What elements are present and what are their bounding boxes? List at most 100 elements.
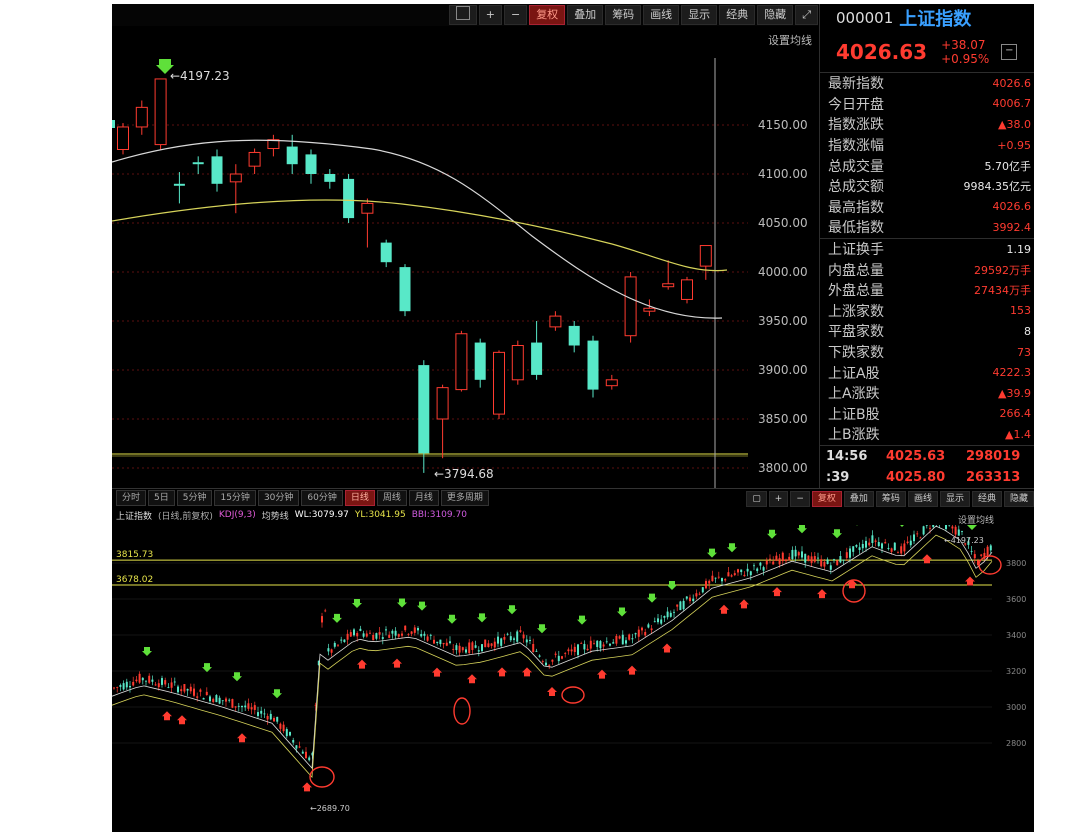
mini-candle-body — [148, 675, 151, 683]
mini-candle-body — [887, 547, 890, 549]
toolbar-item-diejia[interactable]: 叠加 — [567, 5, 604, 25]
quote-row-label: 平盘家数 — [828, 324, 884, 341]
bottom-toolbar-xianshi[interactable]: 显示 — [939, 491, 970, 507]
period-tab[interactable]: 5日 — [148, 490, 175, 506]
y-tick-label: 3900.00 — [758, 363, 808, 377]
candle-down — [568, 325, 580, 346]
bottom-high-label: ←4197.23 — [944, 536, 984, 545]
mini-candle-body — [116, 687, 119, 688]
toolbar-item-huaxian[interactable]: 画线 — [643, 5, 680, 25]
period-tab[interactable]: 日线 — [344, 490, 375, 506]
toolbar-item-yincang[interactable]: 隐藏 — [757, 5, 794, 25]
mini-candle-body — [503, 636, 506, 640]
red-buy-arrow-icon — [467, 674, 477, 684]
wl-value: WL:3079.97 — [294, 510, 349, 520]
mini-candle-body — [285, 729, 288, 737]
mini-candle-body — [625, 640, 627, 644]
quote-row-label: 上证换手 — [828, 242, 884, 259]
toolbar-item-minus[interactable]: − — [503, 5, 528, 25]
quote-row: 指数涨幅 +0.95 — [820, 135, 1034, 156]
candle-down — [173, 183, 185, 186]
mini-candle-body — [849, 548, 851, 558]
candle-down — [286, 146, 298, 165]
bottom-toolbar-fuquan[interactable]: 复权 — [811, 491, 842, 507]
mini-candle-body — [177, 686, 179, 693]
period-tab[interactable]: 月线 — [408, 490, 439, 506]
mini-candle-body — [173, 681, 176, 683]
period-tab[interactable]: 5分钟 — [176, 490, 213, 506]
mini-candle-body — [737, 569, 739, 573]
period-tab[interactable]: 15分钟 — [214, 490, 256, 506]
mini-candle-body — [721, 578, 723, 582]
mini-candle-body — [647, 624, 650, 628]
fullscreen-icon[interactable]: ⤢ — [795, 5, 818, 25]
toolbar-item-chouma[interactable]: 筹码 — [605, 5, 642, 25]
mini-candle-body — [743, 574, 746, 577]
bottom-toolbar-jingdian[interactable]: 经典 — [971, 491, 1002, 507]
mini-candle-body — [477, 650, 480, 652]
quote-row-label: 指数涨跌 — [828, 117, 884, 134]
mini-candle-body — [807, 555, 810, 562]
bottom-toolbar-diejia[interactable]: 叠加 — [843, 491, 874, 507]
mini-candle-body — [442, 642, 445, 645]
mini-candle-body — [919, 537, 922, 539]
mini-candle-body — [829, 565, 832, 570]
daily-kline-chart[interactable]: 3800 3600 3400 3200 3000 2800 3815.73 3678.02 ←4… — [112, 525, 1034, 832]
main-candlestick-chart[interactable]: 4150.00 4100.00 4050.00 4000.00 3950.00 3900.… — [112, 26, 818, 488]
quote-row-value: 1.19 — [1006, 242, 1032, 256]
y-tick-label: 4000.00 — [758, 265, 808, 279]
bottom-toolbar-chouma[interactable]: 筹码 — [875, 491, 906, 507]
period-tab[interactable]: 60分钟 — [301, 490, 343, 506]
ma-label: 均势线 — [261, 511, 289, 522]
mini-candle-body — [557, 655, 560, 662]
bottom-toolbar-minus[interactable]: − — [790, 491, 810, 507]
toolbar-item-jingdian[interactable]: 经典 — [719, 5, 756, 25]
red-buy-arrow-icon — [627, 665, 637, 675]
kdj-label[interactable]: KDJ(9,3) — [219, 510, 256, 520]
period-tab[interactable]: 周线 — [376, 490, 407, 506]
candle-up — [681, 279, 693, 300]
green-sell-arrow-icon — [832, 529, 842, 539]
mini-candle-body — [129, 686, 131, 688]
quote-row: 最低指数 3992.4 — [820, 217, 1034, 238]
screenshot-icon[interactable] — [448, 5, 477, 25]
mini-candle-body — [404, 625, 407, 631]
mini-candle-body — [497, 636, 499, 644]
mini-candle-body — [359, 628, 362, 631]
highlight-circle — [453, 697, 471, 725]
mini-candle-body — [305, 751, 307, 759]
mini-candle-body — [125, 681, 128, 688]
period-tab[interactable]: 30分钟 — [257, 490, 300, 506]
mini-candle-body — [420, 634, 423, 637]
period-tab[interactable]: 更多周期 — [440, 490, 489, 506]
red-buy-arrow-icon — [739, 599, 749, 609]
mini-candle-body — [788, 556, 791, 561]
mini-candle-body — [781, 552, 784, 562]
collapse-icon[interactable]: − — [1001, 44, 1018, 60]
bottom-toolbar-plus[interactable]: + — [768, 491, 789, 507]
period-tab[interactable]: 分时 — [116, 490, 147, 506]
mini-candle-body — [529, 640, 531, 641]
bottom-screenshot-icon[interactable]: ▢ — [746, 491, 767, 507]
mini-candle-body — [666, 611, 669, 618]
green-sell-arrow-icon — [900, 525, 904, 527]
mini-candle-body — [561, 656, 563, 659]
mini-candle-body — [551, 659, 554, 662]
bottom-toolbar-yincang[interactable]: 隐藏 — [1003, 491, 1034, 507]
toolbar-item-plus[interactable]: + — [478, 5, 502, 25]
mini-candle-body — [618, 636, 621, 639]
green-sell-arrow-icon — [707, 548, 717, 558]
tick-volume: 298019 — [966, 448, 1021, 464]
mini-candle-body — [282, 724, 285, 732]
toolbar-item-xianshi[interactable]: 显示 — [681, 5, 718, 25]
y-tick-label: 3950.00 — [758, 314, 808, 328]
high-price-label: ←4197.23 — [170, 69, 230, 83]
mini-candle-body — [193, 688, 195, 696]
green-sell-arrow-icon — [797, 525, 807, 534]
bottom-mode: (日线,前复权) — [158, 511, 213, 522]
toolbar-item-fuquan[interactable]: 复权 — [529, 5, 566, 25]
quote-row: 总成交额 9984.35亿元 — [820, 176, 1034, 197]
bottom-toolbar-huaxian[interactable]: 画线 — [907, 491, 938, 507]
mini-candle-body — [842, 559, 845, 561]
bottom-chart-panel: 分时 5日 5分钟 15分钟 30分钟 60分钟 日线 周线 月线 更多周期 ▢ + − 复权 叠… — [112, 488, 1034, 832]
